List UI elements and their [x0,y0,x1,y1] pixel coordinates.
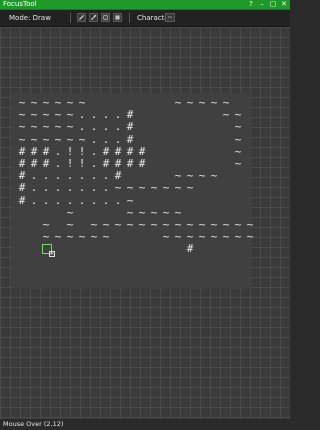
map-tile[interactable]: ~ [52,133,64,146]
map-tile[interactable]: ~ [220,109,232,121]
map-tile[interactable]: ~ [244,231,256,243]
map-tile[interactable]: ~ [40,121,52,133]
help-button[interactable]: ? [247,0,255,9]
pencil-tool[interactable] [77,13,86,22]
map-tile[interactable]: . [112,121,124,133]
mode-label: Mode: Draw [9,14,51,22]
map-tile[interactable]: . [76,194,88,207]
eyedropper-tool[interactable] [89,13,98,22]
map-tile[interactable]: . [100,182,112,194]
map-tile[interactable]: ~ [148,182,160,194]
map-tile[interactable]: . [88,121,100,133]
map-tile[interactable]: . [76,121,88,133]
minimize-button[interactable]: – [258,0,266,9]
map-tile[interactable]: ~ [52,121,64,133]
fill-tool[interactable] [113,13,122,22]
map-tile[interactable]: # [16,194,28,207]
map-tile[interactable]: . [40,182,52,194]
map-tile[interactable]: ~ [40,133,52,146]
map-tile[interactable]: ~ [172,231,184,243]
map-tile[interactable]: ~ [184,96,196,109]
rectangle-icon [103,15,108,20]
map-tile[interactable]: ~ [148,218,160,231]
map-tile[interactable]: ~ [184,182,196,194]
map-tile[interactable]: . [88,133,100,146]
map-tile[interactable]: . [40,194,52,207]
map-tile[interactable]: ~ [232,157,244,170]
map-tile[interactable]: . [112,194,124,207]
mouse-over-status: Mouse Over (2,12) [3,420,64,428]
map-tile[interactable]: ~ [100,231,112,243]
map-tile[interactable]: . [52,194,64,207]
map-tile[interactable]: . [64,194,76,207]
title-bar: FocusTool ? – ▢ ✕ [0,0,290,10]
map-tile[interactable]: ~ [28,133,40,146]
map-tile[interactable]: . [112,133,124,146]
map-tile[interactable]: ~ [136,218,148,231]
map-tile[interactable]: ~ [28,121,40,133]
maximize-button[interactable]: ▢ [269,0,277,9]
map-tile[interactable]: . [88,194,100,207]
map-tile[interactable]: . [100,133,112,146]
map-tile[interactable]: ~ [172,182,184,194]
map-tile[interactable]: ~ [136,182,148,194]
map-tile[interactable]: ~ [208,231,220,243]
map-tile[interactable]: ~ [112,218,124,231]
toolbar-divider [129,13,130,23]
character-selector[interactable]: ~ [165,13,175,22]
map-tile[interactable]: # [124,157,136,170]
map-tile[interactable]: ~ [16,133,28,146]
map-tile[interactable]: ~ [124,194,136,207]
map-tile[interactable]: ~ [160,231,172,243]
map-tile[interactable]: ~ [76,133,88,146]
map-tile[interactable]: ~ [208,170,220,182]
map-tile[interactable]: ~ [40,231,52,243]
map-tile[interactable]: # [184,243,196,255]
map-tile[interactable]: ~ [76,231,88,243]
map-canvas[interactable]: ~ ~ ~ ~ ~ ~ ~ ~ ~ ~ ~ ~ ~ ~ ~ ~.... # ~ ~ ~ ~ ~ ~ ~.... # ~ ~ ~ ~ ~ ~ ~… [0,27,290,419]
status-bar: Mouse Over (2,12) [0,419,290,430]
eyedropper-icon [91,14,97,20]
toolbar: Mode: Draw Character: ~ [0,10,290,27]
map-tile[interactable]: ~ [64,133,76,146]
map-tile[interactable]: . [64,182,76,194]
map-tile[interactable]: . [100,194,112,207]
rectangle-tool[interactable] [101,13,110,22]
map-tile[interactable]: ~ [196,231,208,243]
map-tile[interactable]: ~ [64,121,76,133]
map-tile[interactable]: ~ [172,96,184,109]
pencil-icon [79,15,84,20]
map-tile[interactable]: ~ [112,182,124,194]
map-tile[interactable]: . [100,121,112,133]
map-tile[interactable]: . [28,194,40,207]
map-tile[interactable]: . [76,182,88,194]
map-tile[interactable]: ~ [124,182,136,194]
window-controls: ? – ▢ ✕ [247,0,288,9]
map-tile[interactable]: ~ [64,231,76,243]
map-tile[interactable]: ~ [196,170,208,182]
map-tile[interactable]: ~ [196,96,208,109]
map-tile[interactable]: . [88,182,100,194]
map-tile[interactable]: ~ [208,96,220,109]
map-tile[interactable]: ~ [52,231,64,243]
fill-icon [115,15,120,20]
map-tile[interactable]: . [28,182,40,194]
map-tile[interactable]: ~ [88,231,100,243]
map-tile[interactable]: ~ [232,133,244,146]
map-tile[interactable]: ~ [16,121,28,133]
map-tile[interactable]: ~ [160,182,172,194]
map-tile[interactable]: # [136,157,148,170]
cursor-icon: × [49,251,55,257]
toolbar-divider [70,13,71,23]
window-title: FocusTool [3,0,37,8]
map-tile[interactable]: ~ [124,218,136,231]
map-tile[interactable]: ~ [220,231,232,243]
map-tile[interactable]: # [124,121,136,133]
map-tile[interactable]: ~ [232,231,244,243]
map-tile[interactable]: ~ [232,121,244,133]
map-tile[interactable]: . [52,182,64,194]
map-tile[interactable]: # [16,182,28,194]
map-tile[interactable]: # [124,133,136,146]
close-button[interactable]: ✕ [280,0,288,9]
